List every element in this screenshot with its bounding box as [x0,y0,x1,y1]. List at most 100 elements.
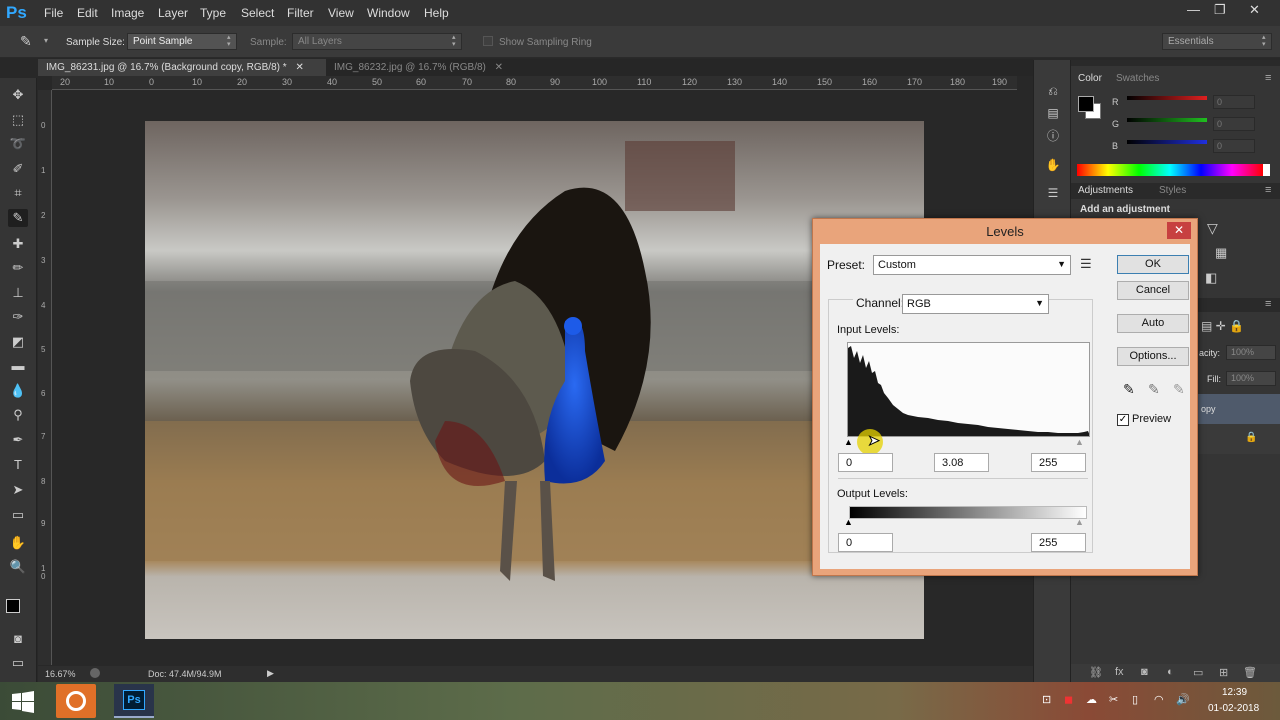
crop-tool-icon[interactable]: ⌗ [8,184,28,202]
opacity-field[interactable]: 100% [1226,345,1276,360]
move-tool-icon[interactable]: ✥ [8,86,28,104]
preview-checkbox[interactable]: ✓ [1117,414,1129,426]
close-icon[interactable]: ✕ [1167,222,1191,239]
auto-button[interactable]: Auto [1117,314,1189,333]
brush-tool-icon[interactable]: ✏ [8,259,28,277]
color-spectrum-ramp[interactable] [1077,164,1263,176]
output-black-field[interactable] [838,533,893,552]
eyedropper-tool-icon[interactable]: ✎ [20,33,32,50]
screen-mode-icon[interactable]: ▭ [8,654,28,672]
r-value-field[interactable] [1213,95,1255,109]
menu-file[interactable]: File [44,6,63,20]
group-icon[interactable]: ▭ [1193,666,1203,679]
output-white-slider[interactable]: ▲ [1075,517,1084,527]
marquee-tool-icon[interactable]: ⬚ [8,111,28,129]
eraser-tool-icon[interactable]: ◩ [8,333,28,351]
quick-mask-icon[interactable]: ◙ [8,630,28,648]
input-white-field[interactable] [1031,453,1086,472]
fill-field[interactable]: 100% [1226,371,1276,386]
volume-icon[interactable]: 🔊 [1176,693,1190,706]
hand-tool-icon[interactable]: ✋ [8,534,28,552]
g-slider-track[interactable] [1127,118,1207,122]
gradient-tool-icon[interactable]: ▬ [8,357,28,375]
g-value-field[interactable] [1213,117,1255,131]
adjustment-layer-icon[interactable]: ◐ [1167,666,1174,678]
document-image-peacock[interactable] [145,121,924,639]
info-panel-icon[interactable]: ⓘ [1043,127,1063,145]
menu-type[interactable]: Type [200,6,226,20]
tray-icon[interactable]: ⊡ [1042,693,1051,706]
foreground-color-swatch[interactable] [1078,96,1094,112]
panel-menu-icon[interactable]: ≡ [1265,184,1271,196]
input-white-slider[interactable]: ▲ [1075,437,1084,447]
add-mask-icon[interactable]: ◙ [1141,666,1148,678]
status-menu-arrow-icon[interactable]: ▶ [267,668,274,679]
tab-adjustments[interactable]: Adjustments [1078,185,1133,196]
pen-tool-icon[interactable]: ✒ [8,431,28,449]
panel-menu-icon[interactable]: ≡ [1265,298,1271,310]
shape-tool-icon[interactable]: ▭ [8,506,28,524]
preset-options-icon[interactable]: ☰ [1080,256,1092,272]
menu-window[interactable]: Window [367,6,410,20]
selective-color-adjust-icon[interactable]: ◧ [1205,270,1217,286]
zoom-level[interactable]: 16.67% [45,669,76,679]
tab-img-86232[interactable]: IMG_86232.jpg @ 16.7% (RGB/8) ✕ [326,59,516,76]
lock-layer-icons[interactable]: ▤ ✛ 🔒 [1201,319,1244,333]
b-value-field[interactable] [1213,139,1255,153]
recorder-app-icon[interactable] [56,684,96,718]
channel-mixer-adjust-icon[interactable]: ▦ [1215,245,1227,261]
output-white-field[interactable] [1031,533,1086,552]
output-black-slider[interactable]: ▲ [844,517,853,527]
windows-start-icon[interactable] [12,691,34,713]
tab-swatches[interactable]: Swatches [1116,73,1159,84]
options-button[interactable]: Options... [1117,347,1189,366]
blur-tool-icon[interactable]: 💧 [8,382,28,400]
dodge-tool-icon[interactable]: ⚲ [8,406,28,424]
battery-icon[interactable]: ▯ [1132,693,1138,706]
menu-view[interactable]: View [328,6,354,20]
sample-size-select[interactable]: Point Sample [127,33,237,50]
sample-select[interactable]: All Layers [292,33,462,50]
preset-select[interactable]: Custom ▼ [873,255,1071,275]
menu-image[interactable]: Image [111,6,144,20]
clock-time[interactable]: 12:39 [1222,687,1247,698]
history-panel-icon[interactable]: ⎌ [1043,84,1063,102]
ok-button[interactable]: OK [1117,255,1189,274]
workspace-select[interactable]: Essentials [1162,33,1272,50]
path-select-tool-icon[interactable]: ➤ [8,481,28,499]
new-layer-icon[interactable]: ⊞ [1219,666,1228,679]
input-black-field[interactable] [838,453,893,472]
channel-select[interactable]: RGB ▼ [902,294,1049,314]
photoshop-taskbar-icon[interactable]: Ps [114,684,154,718]
tool-preset-dropdown-icon[interactable]: ▾ [44,36,48,45]
close-button[interactable]: ✕ [1249,2,1260,18]
tray-icon[interactable]: ✂ [1109,693,1118,706]
tray-icon[interactable]: ◼ [1064,693,1073,706]
zoom-tool-icon[interactable]: 🔍 [8,558,28,576]
gray-eyedropper-icon[interactable]: ✎ [1148,381,1160,398]
tab-styles[interactable]: Styles [1159,185,1186,196]
gradient-map-adjust-icon[interactable]: ▽ [1207,220,1218,237]
input-black-slider[interactable]: ▲ [844,437,853,447]
panel-menu-icon[interactable]: ≡ [1265,72,1271,84]
stamp-tool-icon[interactable]: ⊥ [8,284,28,302]
sampling-ring-checkbox[interactable] [483,36,493,46]
menu-select[interactable]: Select [241,6,274,20]
cancel-button[interactable]: Cancel [1117,281,1189,300]
lasso-tool-icon[interactable]: ➰ [8,135,28,153]
menu-filter[interactable]: Filter [287,6,314,20]
brush-presets-icon[interactable]: ☰ [1043,186,1063,204]
b-slider-track[interactable] [1127,140,1207,144]
layer-row[interactable]: 🔒 [1195,424,1280,454]
close-tab-icon[interactable]: ✕ [295,62,303,73]
foreground-color-swatch[interactable] [6,599,20,613]
healing-brush-tool-icon[interactable]: ✚ [8,235,28,253]
type-tool-icon[interactable]: T [8,456,28,474]
properties-panel-icon[interactable]: ▤ [1043,106,1063,124]
menu-layer[interactable]: Layer [158,6,188,20]
input-gamma-field[interactable] [934,453,989,472]
layer-row-selected[interactable]: opy [1195,394,1280,424]
tab-img-86231[interactable]: IMG_86231.jpg @ 16.7% (Background copy, … [38,59,326,76]
minimize-button[interactable]: — [1187,2,1200,17]
eyedropper-tool-icon[interactable]: ✎ [8,209,28,227]
